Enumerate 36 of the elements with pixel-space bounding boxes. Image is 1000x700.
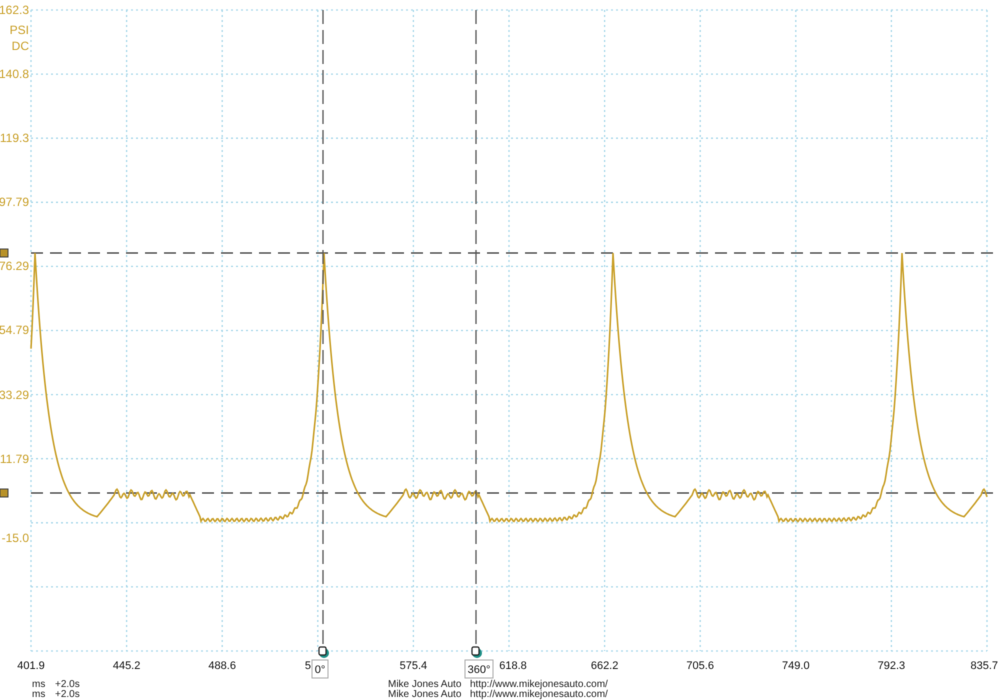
axis-label: 488.6 <box>208 660 236 672</box>
axis-label: 835.7 <box>970 660 998 672</box>
level-cursor-handle[interactable] <box>0 248 8 258</box>
axis-label: 662.2 <box>590 660 618 672</box>
axis-label: 792.3 <box>878 660 906 672</box>
author-label: Mike Jones Auto <box>388 679 462 690</box>
website-link[interactable]: http://www.mikejonesauto.com/ <box>470 679 608 690</box>
axis-label: 445.2 <box>112 660 140 672</box>
axis-label: -15.0 <box>2 531 29 545</box>
cursor-handle[interactable] <box>318 646 329 658</box>
time-offset: +2.0s <box>55 689 80 700</box>
axis-label: 162.3 <box>0 3 29 17</box>
axis-label: 140.8 <box>0 67 29 81</box>
author-label: Mike Jones Auto <box>388 689 462 700</box>
axis-label: 119.3 <box>0 131 29 145</box>
website-link[interactable]: http://www.mikejonesauto.com/ <box>470 689 608 700</box>
axis-label: 618.8 <box>499 660 527 672</box>
cursor-handle[interactable] <box>471 646 482 658</box>
coupling-label: DC <box>12 39 29 53</box>
cursor-label: 360° <box>464 660 494 678</box>
units-label: ms <box>32 689 46 700</box>
unit-label: PSI <box>10 23 29 37</box>
time-offset: +2.0s <box>55 679 80 690</box>
cursor-label: 0° <box>312 660 328 678</box>
level-cursor-handle[interactable] <box>0 488 8 498</box>
phase-cursor-line[interactable] <box>475 10 477 645</box>
level-cursor-line[interactable] <box>31 252 995 254</box>
axis-label: 401.9 <box>17 660 45 672</box>
units-label: ms <box>32 679 46 690</box>
axis-label: 11.79 <box>0 452 29 466</box>
axis-label: 5 <box>304 660 311 672</box>
axis-label: 705.6 <box>686 660 714 672</box>
level-cursor-line[interactable] <box>31 492 995 494</box>
phase-cursor-line[interactable] <box>322 10 324 645</box>
axis-label: 575.4 <box>400 660 428 672</box>
axis-label: 749.0 <box>782 660 810 672</box>
